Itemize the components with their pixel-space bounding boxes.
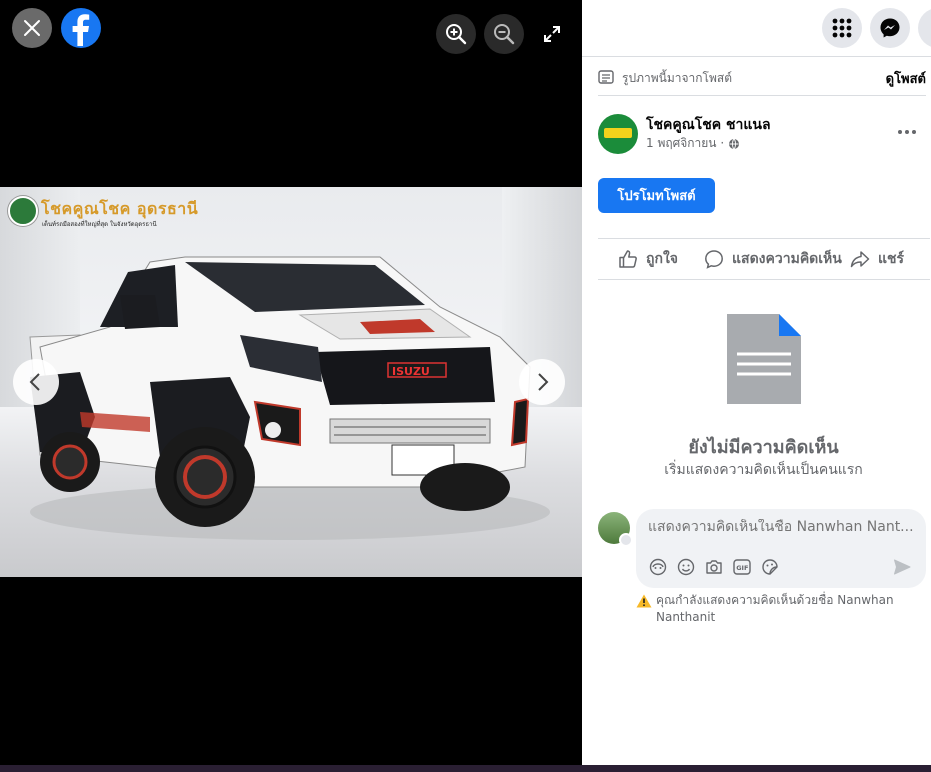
like-button[interactable]: ถูกใจ: [618, 248, 678, 270]
zoom-in-icon: [446, 24, 467, 45]
more-dots-icon: [898, 130, 916, 134]
avatar-sticker-button[interactable]: [648, 557, 668, 577]
empty-comments-document-icon: [727, 314, 801, 404]
notifications-button[interactable]: [918, 8, 931, 48]
promote-post-button[interactable]: โปรโมทโพสต์: [598, 178, 715, 213]
page-name[interactable]: โชคคูณโชค ชาแนล: [646, 114, 771, 136]
post-meta: 1 พฤศจิกายน ·: [646, 134, 740, 153]
post-document-icon: [598, 70, 614, 84]
empty-comments-subtitle: เริ่มแสดงความคิดเห็นเป็นคนแรก: [664, 462, 863, 478]
chevron-right-icon: [538, 373, 549, 391]
chevron-down-icon[interactable]: [619, 533, 633, 547]
facebook-logo[interactable]: [61, 8, 101, 48]
dealer-logo: [8, 196, 38, 226]
zoom-out-button[interactable]: [484, 14, 524, 54]
svg-text:GIF: GIF: [736, 564, 748, 572]
chevron-left-icon: [29, 373, 40, 391]
comment-label: แสดงความคิดเห็น: [732, 251, 842, 267]
post-photo: ISUZU โชคคูณโชค อุดรธานี เต็นท์รถมือสองท…: [0, 187, 582, 577]
pickup-truck-image: ISUZU: [29, 256, 550, 540]
gif-icon: GIF: [733, 559, 751, 575]
camera-icon: [706, 560, 722, 574]
menu-button[interactable]: [822, 8, 862, 48]
comment-identity-text: คุณกำลังแสดงความคิดเห็นด้วยชื่อ Nanwhan …: [656, 593, 894, 624]
facebook-f-icon: [72, 14, 90, 46]
share-label: แชร์: [878, 251, 905, 267]
zoom-in-button[interactable]: [436, 14, 476, 54]
fullscreen-button[interactable]: [532, 14, 572, 54]
zoom-out-icon: [494, 24, 515, 45]
emoji-button[interactable]: [676, 557, 696, 577]
post-side-panel: รูปภาพนี้มาจากโพสต์ ดูโพสต์ โชคคูณโชค ชา…: [582, 0, 931, 765]
close-button[interactable]: [12, 8, 52, 48]
post-actions-bar: ถูกใจ แสดงความคิดเห็น แชร์: [598, 238, 930, 280]
page-avatar[interactable]: [598, 114, 638, 154]
current-user-avatar[interactable]: [598, 512, 633, 547]
comment-bubble-icon: [705, 250, 723, 269]
globe-icon: [729, 138, 740, 149]
os-taskbar: [0, 765, 931, 772]
avatar-sticker-icon: [649, 558, 667, 576]
share-button[interactable]: แชร์: [850, 248, 905, 270]
photo-viewer: ISUZU โชคคูณโชค อุดรธานี เต็นท์รถมือสองท…: [0, 0, 582, 765]
thumbs-up-icon: [619, 250, 637, 268]
top-bar: [582, 0, 931, 57]
photo-source-text: รูปภาพนี้มาจากโพสต์: [622, 71, 732, 85]
sticker-button[interactable]: [760, 557, 780, 577]
close-icon: [24, 20, 40, 36]
photo-button[interactable]: [704, 557, 724, 577]
grid-menu-icon: [832, 18, 852, 38]
sticker-icon: [762, 559, 778, 575]
fullscreen-icon: [544, 26, 560, 42]
svg-text:ISUZU: ISUZU: [392, 365, 430, 378]
comment-input[interactable]: [648, 519, 914, 535]
gif-button[interactable]: GIF: [732, 557, 752, 577]
previous-photo-button[interactable]: [13, 359, 59, 405]
send-comment-button[interactable]: [892, 557, 912, 577]
emoji-icon: [677, 558, 695, 576]
comment-composer: GIF: [636, 509, 926, 588]
warning-icon: [636, 594, 652, 608]
send-icon: [894, 559, 911, 575]
view-post-link[interactable]: ดูโพสต์: [886, 68, 926, 89]
share-arrow-icon: [850, 251, 870, 268]
post-date[interactable]: 1 พฤศจิกายน ·: [646, 134, 724, 153]
like-label: ถูกใจ: [646, 251, 678, 267]
dealer-tagline: เต็นท์รถมือสองที่ใหญ่ที่สุด ในจังหวัดอุด…: [42, 221, 157, 228]
messenger-button[interactable]: [870, 8, 910, 48]
next-photo-button[interactable]: [519, 359, 565, 405]
comment-button[interactable]: แสดงความคิดเห็น: [704, 248, 842, 270]
photo-source-row: รูปภาพนี้มาจากโพสต์ ดูโพสต์: [598, 66, 926, 96]
messenger-icon: [880, 18, 900, 38]
empty-comments-title: ยังไม่มีความคิดเห็น: [688, 437, 839, 458]
post-options-button[interactable]: [892, 120, 922, 144]
